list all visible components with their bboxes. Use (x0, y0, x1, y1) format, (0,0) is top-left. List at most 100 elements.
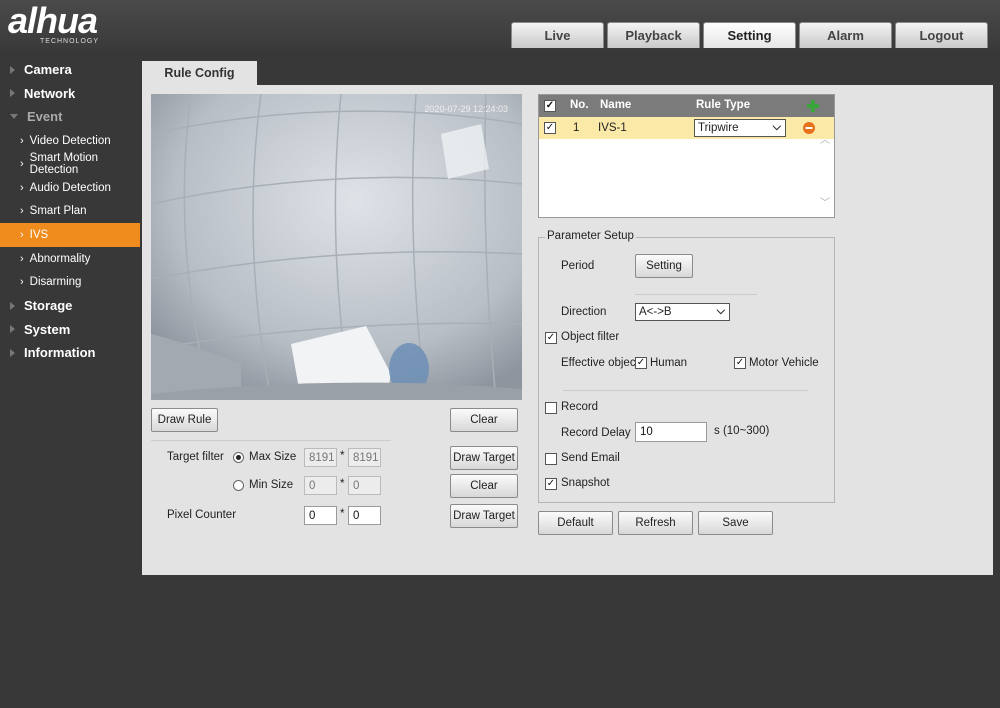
period-label: Period (561, 260, 595, 272)
sidebar-item-label: Event (27, 109, 63, 125)
direction-label: Direction (561, 306, 607, 318)
brand-logo: alhua TECHNOLOGY (8, 3, 98, 46)
send-email-checkbox[interactable] (545, 453, 557, 465)
sidebar-item-label: Network (24, 85, 76, 101)
tab-alarm[interactable]: Alarm (799, 22, 892, 48)
sidebar-item-information[interactable]: Information (0, 341, 140, 365)
record-checkbox[interactable] (545, 402, 557, 414)
target-filter-label: Target filter (167, 451, 224, 463)
chevron-right-icon: › (20, 252, 24, 265)
min-size-radio[interactable] (233, 480, 244, 491)
sidebar-item-label: Video Detection (29, 134, 111, 147)
record-delay-unit: s (10~300) (714, 425, 770, 437)
chevron-down-icon: ⌵ (772, 121, 781, 133)
tab-setting[interactable]: Setting (703, 22, 796, 48)
save-button[interactable]: Save (698, 511, 773, 535)
expand-arrow-icon (10, 348, 15, 357)
chevron-right-icon: › (20, 228, 24, 241)
tab-playback[interactable]: Playback (607, 22, 700, 48)
sidebar-item-event[interactable]: Event (0, 105, 140, 129)
sidebar-item-label: Storage (24, 298, 73, 314)
clear-rule-button[interactable]: Clear (450, 408, 518, 432)
snapshot-checkbox[interactable]: ✓ (545, 478, 557, 490)
draw-target-pixel-button[interactable]: Draw Target (450, 504, 518, 528)
video-timestamp: 2020-07-29 12:24:03 (424, 104, 508, 114)
record-label: Record (561, 401, 599, 413)
camera-image (151, 94, 522, 400)
pixel-width-input[interactable]: 0 (304, 506, 337, 525)
sidebar-item-label: Smart Motion Detection (29, 152, 99, 177)
direction-select[interactable]: A<->B ⌵ (635, 303, 730, 321)
sidebar-item-label: System (24, 321, 71, 337)
sidebar-item-smart-plan[interactable]: › Smart Plan (0, 200, 140, 224)
collapse-arrow-icon (10, 114, 18, 120)
chevron-down-icon: ⌵ (716, 305, 725, 317)
sidebar: Camera Network Event › Video Detection › S… (0, 58, 140, 365)
max-size-radio[interactable] (233, 452, 244, 463)
times-symbol: * (340, 508, 345, 520)
draw-target-button[interactable]: Draw Target (450, 446, 518, 470)
period-setting-button[interactable]: Setting (635, 254, 693, 278)
row-no: 1 (573, 122, 580, 134)
rule-table-header: ✓ No. Name Rule Type (539, 95, 834, 117)
expand-arrow-icon (10, 325, 15, 334)
sidebar-item-label: Camera (24, 62, 72, 78)
default-button[interactable]: Default (538, 511, 613, 535)
sidebar-item-video-detection[interactable]: › Video Detection (0, 129, 140, 153)
chevron-right-icon: › (20, 158, 24, 171)
main-panel: 2020-07-29 12:24:03 Draw Rule Clear Targ… (142, 85, 993, 575)
row-name: IVS-1 (598, 122, 627, 134)
pixel-counter-label: Pixel Counter (167, 509, 237, 521)
human-checkbox[interactable]: ✓ (635, 357, 647, 369)
tab-rule-config[interactable]: Rule Config (142, 61, 257, 85)
motor-vehicle-checkbox[interactable]: ✓ (734, 357, 746, 369)
divider (563, 390, 808, 391)
object-filter-checkbox[interactable]: ✓ (545, 332, 557, 344)
min-width-input[interactable]: 0 (304, 476, 337, 495)
direction-value: A<->B (639, 306, 672, 318)
header-bar: alhua TECHNOLOGY Live Playback Setting A… (0, 0, 1000, 50)
pixel-height-input[interactable]: 0 (348, 506, 381, 525)
video-preview[interactable]: 2020-07-29 12:24:03 (151, 94, 522, 400)
col-name: Name (600, 99, 632, 111)
remove-rule-icon[interactable] (803, 122, 815, 134)
expand-arrow-icon (10, 65, 15, 74)
sidebar-item-network[interactable]: Network (0, 82, 140, 106)
rule-table: ✓ No. Name Rule Type ✓ 1 IVS-1 Tripwire … (538, 94, 835, 218)
sidebar-item-audio-detection[interactable]: › Audio Detection (0, 176, 140, 200)
max-width-input[interactable]: 8191 (304, 448, 337, 467)
max-height-input[interactable]: 8191 (348, 448, 381, 467)
tab-logout[interactable]: Logout (895, 22, 988, 48)
times-symbol: * (340, 450, 345, 462)
times-symbol: * (340, 478, 345, 490)
snapshot-label: Snapshot (561, 477, 610, 489)
top-nav: Live Playback Setting Alarm Logout (511, 22, 991, 48)
scroll-down-icon[interactable]: ﹀ (820, 194, 830, 209)
add-rule-icon[interactable] (807, 100, 819, 112)
record-delay-label: Record Delay (561, 427, 631, 439)
sidebar-item-storage[interactable]: Storage (0, 294, 140, 318)
sidebar-item-disarming[interactable]: › Disarming (0, 270, 140, 294)
row-checkbox[interactable]: ✓ (544, 122, 556, 134)
sidebar-item-abnormality[interactable]: › Abnormality (0, 247, 140, 271)
brand-sub: TECHNOLOGY (40, 38, 100, 45)
tab-live[interactable]: Live (511, 22, 604, 48)
sidebar-item-system[interactable]: System (0, 318, 140, 342)
sidebar-item-smart-motion-detection[interactable]: › Smart Motion Detection (0, 152, 140, 176)
refresh-button[interactable]: Refresh (618, 511, 693, 535)
rule-type-value: Tripwire (698, 122, 739, 134)
table-row[interactable]: ✓ 1 IVS-1 Tripwire ⌵ (539, 117, 834, 139)
record-delay-input[interactable]: 10 (635, 422, 707, 442)
human-label: Human (650, 357, 688, 369)
sidebar-item-ivs[interactable]: › IVS (0, 223, 140, 247)
select-all-checkbox[interactable]: ✓ (544, 100, 556, 112)
table-scrollbar[interactable]: ︿ ﹀ (820, 121, 832, 215)
expand-arrow-icon (10, 89, 15, 98)
min-height-input[interactable]: 0 (348, 476, 381, 495)
clear-target-button[interactable]: Clear (450, 474, 518, 498)
draw-rule-button[interactable]: Draw Rule (151, 408, 218, 432)
sidebar-item-camera[interactable]: Camera (0, 58, 140, 82)
scroll-up-icon[interactable]: ︿ (820, 131, 830, 146)
rule-type-select[interactable]: Tripwire ⌵ (694, 119, 786, 137)
sidebar-item-label: Smart Plan (29, 205, 87, 218)
